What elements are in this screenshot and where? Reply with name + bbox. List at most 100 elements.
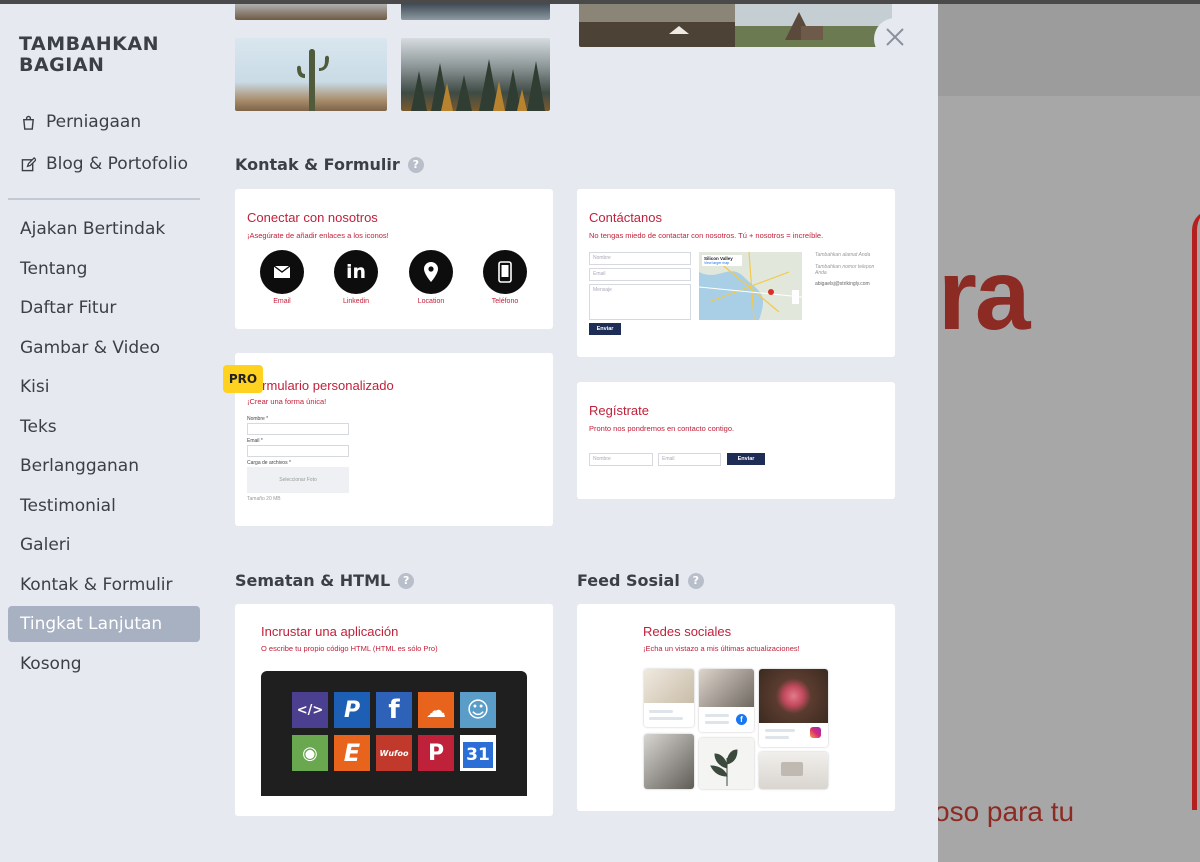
location-pin-icon <box>409 250 453 294</box>
sidebar-item-berlangganan[interactable]: Berlangganan <box>8 448 200 484</box>
gallery-thumb-coast[interactable] <box>401 4 550 20</box>
wufoo-icon: Wufoo <box>376 735 412 771</box>
email-field: Email <box>589 268 691 281</box>
close-button[interactable] <box>874 18 916 60</box>
sidebar-item-galeri[interactable]: Galeri <box>8 527 200 563</box>
social-post-card: f <box>699 669 754 732</box>
template-card-register[interactable]: Regístrate Pronto nos pondremos en conta… <box>577 382 895 499</box>
site-header <box>938 0 1200 96</box>
add-section-sidebar: TAMBAHKAN BAGIAN Perniagaan Blog & Porto… <box>0 4 210 862</box>
section-heading-contact: Kontak & Formulir ? <box>235 155 424 174</box>
icon-label: Linkedin <box>342 298 370 305</box>
paypal-icon: P <box>334 692 370 728</box>
sidebar-item-label: Kisi <box>20 377 50 397</box>
address-text: Tambahkan alamat Anda <box>815 252 871 258</box>
mailchimp-icon: ☺ <box>460 692 496 728</box>
pinterest-icon: P <box>418 735 454 771</box>
help-icon[interactable]: ? <box>407 156 424 173</box>
social-post-card <box>644 734 694 789</box>
instagram-icon <box>810 727 821 738</box>
sidebar-item-daftar-fitur[interactable]: Daftar Fitur <box>8 290 200 326</box>
card-subtitle: Pronto nos pondremos en contacto contigo… <box>589 424 735 433</box>
google-maps-icon: ◉ <box>292 735 328 771</box>
site-sub-text: oso para tu <box>938 796 1075 827</box>
send-button: Enviar <box>589 323 621 335</box>
card-title: Regístrate <box>589 403 649 418</box>
sidebar-item-label: Perniagaan <box>46 112 142 132</box>
social-post-card <box>759 752 828 789</box>
sidebar-item-label: Tentang <box>20 259 88 279</box>
card-title: Incrustar una aplicación <box>261 624 399 639</box>
help-icon[interactable]: ? <box>687 572 704 589</box>
template-card-connect[interactable]: Conectar con nosotros ¡Asegúrate de añad… <box>235 189 553 329</box>
upload-note: Tamaño 20 MB <box>247 496 281 502</box>
site-hero-text: ra <box>938 239 1031 351</box>
sidebar-item-perniagaan[interactable]: Perniagaan <box>8 104 200 140</box>
sidebar-item-label: Kontak & Formulir <box>20 575 173 595</box>
card-title: Conectar con nosotros <box>247 210 378 225</box>
gallery-thumb-cabins[interactable] <box>579 4 892 47</box>
app-tiles-panel: </> P f ☁ ☺ ◉ E Wufoo P 31 <box>261 671 527 796</box>
sidebar-item-kosong[interactable]: Kosong <box>8 646 200 682</box>
map-info-box: Silicon Valley View larger map <box>702 255 742 266</box>
card-title: Contáctanos <box>589 210 662 225</box>
icon-label: Location <box>417 298 445 305</box>
sidebar-item-tentang[interactable]: Tentang <box>8 251 200 287</box>
icon-label: Email <box>273 298 291 305</box>
code-icon: </> <box>292 692 328 728</box>
facebook-icon: f <box>736 714 747 725</box>
sidebar-item-ajakan-bertindak[interactable]: Ajakan Bertindak <box>8 211 200 247</box>
name-field <box>247 423 349 435</box>
site-preview: ra oso para tu <box>938 0 1200 862</box>
phone-icon <box>483 250 527 294</box>
facebook-icon: f <box>376 692 412 728</box>
sidebar-item-teks[interactable]: Teks <box>8 409 200 445</box>
close-icon <box>885 27 905 52</box>
template-card-contactanos[interactable]: Contáctanos No tengas miedo de contactar… <box>577 189 895 357</box>
email-field <box>247 445 349 457</box>
site-top-edge <box>938 0 1200 4</box>
social-post-card <box>759 669 828 747</box>
card-title: Formulario personalizado <box>247 378 394 393</box>
template-card-custom-form[interactable]: Formulario personalizado ¡Crear una form… <box>235 353 553 526</box>
card-subtitle: ¡Crear una forma única! <box>247 397 327 406</box>
sidebar-title: TAMBAHKAN BAGIAN <box>19 33 160 76</box>
template-card-social-feed[interactable]: Redes sociales ¡Echa un vistazo a mis úl… <box>577 604 895 811</box>
linkedin-icon: in <box>334 250 378 294</box>
shopping-bag-icon <box>20 114 36 130</box>
gallery-thumb-house[interactable] <box>235 4 387 20</box>
email-label: Email * <box>247 438 263 444</box>
sidebar-item-label: Gambar & Video <box>20 338 161 358</box>
soundcloud-icon: ☁ <box>418 692 454 728</box>
template-card-embed-app[interactable]: Incrustar una aplicación O escribe tu pr… <box>235 604 553 816</box>
sidebar-item-label: Galeri <box>20 535 71 555</box>
gallery-thumb-forest[interactable] <box>401 38 550 111</box>
map-preview: Silicon Valley View larger map <box>699 252 802 320</box>
gallery-thumb-cactus[interactable] <box>235 38 387 111</box>
calendar-icon: 31 <box>460 735 496 771</box>
email-text: abigaelsj@strikingly.com <box>815 281 870 287</box>
email-field: Email <box>658 453 721 466</box>
sidebar-item-testimonial[interactable]: Testimonial <box>8 488 200 524</box>
sidebar-item-label: Daftar Fitur <box>20 298 117 318</box>
card-title: Redes sociales <box>643 624 732 639</box>
sidebar-item-label: Kosong <box>20 654 82 674</box>
sidebar-item-blog-portofolio[interactable]: Blog & Portofolio <box>8 146 200 182</box>
help-icon[interactable]: ? <box>398 572 415 589</box>
sidebar-item-tingkat-lanjutan[interactable]: Tingkat Lanjutan <box>8 606 200 642</box>
section-heading-label: Feed Sosial <box>577 571 680 590</box>
sidebar-item-kontak-formulir[interactable]: Kontak & Formulir <box>8 567 200 603</box>
sidebar-item-label: Ajakan Bertindak <box>20 219 166 239</box>
sidebar-item-label: Tingkat Lanjutan <box>20 614 163 634</box>
section-heading-embed: Sematan & HTML ? <box>235 571 415 590</box>
sidebar-divider <box>8 198 200 200</box>
message-field: Mensaje <box>589 284 691 320</box>
card-subtitle: ¡Asegúrate de añadir enlaces a los icono… <box>247 231 389 240</box>
name-label: Nombre * <box>247 416 269 422</box>
sidebar-item-gambar-video[interactable]: Gambar & Video <box>8 330 200 366</box>
name-field: Nombre <box>589 252 691 265</box>
sidebar-item-kisi[interactable]: Kisi <box>8 369 200 405</box>
upload-box: Seleccionar Foto <box>247 467 349 493</box>
card-subtitle: O escribe tu propio código HTML (HTML es… <box>261 644 438 653</box>
section-gallery[interactable]: Kontak & Formulir ? Conectar con nosotro… <box>210 4 938 862</box>
